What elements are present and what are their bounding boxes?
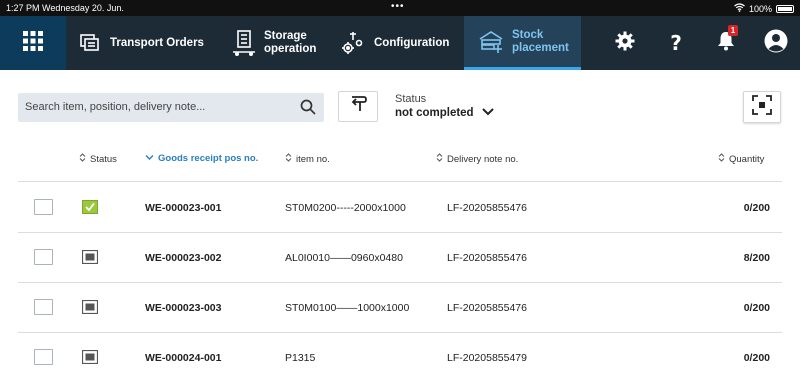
delivery-note-no: LF-20205855476 (447, 302, 527, 314)
column-header-goods-receipt-label: Goods receipt pos no. (158, 153, 259, 164)
item-no: P1315 (285, 352, 316, 364)
row-divider (18, 332, 782, 333)
column-header-delivery-note[interactable]: Delivery note no. (436, 153, 518, 165)
row-select-checkbox[interactable] (34, 349, 53, 365)
scan-icon (752, 94, 772, 120)
status-open-square-icon (81, 299, 99, 315)
item-no: ST0M0100——1000x1000 (285, 302, 410, 314)
nav-storage-operation-label: Storage operation (264, 30, 317, 55)
nav-configuration[interactable]: Configuration (340, 16, 449, 70)
search-icon[interactable] (300, 99, 316, 118)
notifications-button[interactable]: 1 (710, 16, 742, 70)
search-placeholder: Search item, position, delivery note... (25, 101, 206, 113)
delivery-note-no: LF-20205855479 (447, 352, 527, 364)
battery-icon (776, 4, 794, 13)
scan-button[interactable] (743, 91, 781, 123)
header-divider (18, 181, 782, 182)
column-header-goods-receipt[interactable]: Goods receipt pos no. (145, 153, 258, 164)
quantity: 8/200 (743, 252, 770, 264)
nav-stock-placement-label: Stock placement (512, 28, 569, 54)
row-select-checkbox[interactable] (34, 199, 53, 215)
undo-filter-button[interactable] (338, 91, 378, 122)
transport-orders-icon (80, 34, 102, 52)
question-mark-icon: ? (670, 31, 682, 55)
user-profile-button[interactable] (760, 16, 792, 70)
notification-badge: 1 (728, 25, 738, 36)
chevron-down-icon (481, 103, 495, 121)
sort-icon (718, 153, 725, 165)
column-header-status-label: Status (90, 153, 117, 165)
nav-configuration-label: Configuration (374, 36, 450, 49)
nav-transport-orders[interactable]: Transport Orders (80, 16, 204, 70)
user-avatar-icon (764, 29, 788, 58)
delivery-note-no: LF-20205855476 (447, 202, 527, 214)
sort-icon (79, 153, 86, 165)
goods-receipt-pos-no: WE-000023-002 (145, 252, 222, 264)
status-time-date: 1:27 PM Wednesday 20. Jun. (6, 3, 124, 13)
top-navigation: Transport Orders Storage operation Confi… (0, 16, 800, 70)
row-select-checkbox[interactable] (34, 249, 53, 265)
home-menu-button[interactable] (0, 16, 66, 70)
row-divider (18, 232, 782, 233)
row-select-checkbox[interactable] (34, 299, 53, 315)
nav-storage-operation[interactable]: Storage operation (232, 16, 322, 70)
device-status-bar: 1:27 PM Wednesday 20. Jun. ••• 100% (0, 0, 800, 16)
grid-menu-icon (23, 30, 43, 56)
gear-icon (615, 31, 635, 56)
status-open-square-icon (81, 349, 99, 365)
column-header-item-no-label: item no. (296, 153, 330, 165)
search-input[interactable]: Search item, position, delivery note... (18, 93, 324, 122)
settings-button[interactable] (609, 16, 641, 70)
column-header-delivery-note-label: Delivery note no. (447, 153, 519, 165)
battery-percent: 100% (748, 3, 772, 14)
status-open-square-icon (81, 249, 99, 265)
status-dots: ••• (391, 1, 405, 12)
nav-transport-orders-label: Transport Orders (110, 36, 204, 49)
nav-stock-placement[interactable]: Stock placement (464, 16, 581, 70)
quantity: 0/200 (743, 302, 770, 314)
column-header-quantity-label: Quantity (729, 153, 765, 165)
wifi-icon (734, 3, 745, 14)
column-header-item-no[interactable]: item no. (285, 153, 330, 165)
sort-icon (285, 153, 292, 165)
help-button[interactable]: ? (660, 16, 692, 70)
item-no: ST0M0200-----2000x1000 (285, 202, 406, 214)
sort-descending-icon (145, 153, 154, 164)
storage-operation-icon (232, 30, 256, 56)
column-header-status[interactable]: Status (79, 153, 117, 165)
quantity: 0/200 (743, 352, 770, 364)
goods-receipt-pos-no: WE-000024-001 (145, 352, 222, 364)
column-header-quantity[interactable]: Quantity (718, 153, 764, 165)
status-filter-value: not completed (395, 107, 474, 119)
row-divider (18, 282, 782, 283)
undo-arrow-icon (348, 95, 368, 118)
configuration-icon (340, 30, 366, 56)
status-completed-check-icon (82, 200, 98, 214)
item-no: AL0I0010——0960x0480 (285, 252, 403, 264)
delivery-note-no: LF-20205855476 (447, 252, 527, 264)
status-filter-label: Status (395, 93, 427, 105)
status-filter-dropdown[interactable]: Status not completed (395, 93, 494, 119)
goods-receipt-pos-no: WE-000023-001 (145, 202, 222, 214)
status-right: 100% (734, 3, 794, 14)
stock-placement-icon (478, 30, 504, 54)
sort-icon (436, 153, 443, 165)
goods-receipt-pos-no: WE-000023-003 (145, 302, 222, 314)
quantity: 0/200 (743, 202, 770, 214)
